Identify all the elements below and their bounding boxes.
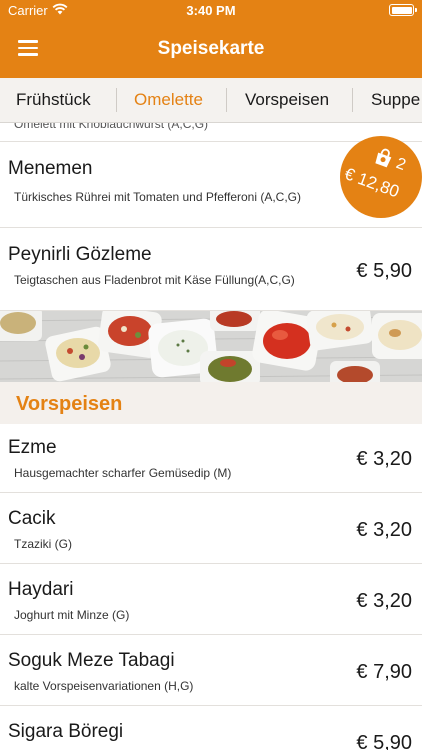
item-name: Haydari [8,579,74,600]
item-price: € 3,20 [356,448,412,470]
tab-suppe[interactable]: Suppe [371,90,420,110]
tab-divider [352,88,353,112]
category-tabs: Frühstück Omelette Vorspeisen Suppe [0,78,422,123]
status-bar: Carrier 3:40 PM [0,0,422,20]
item-name: Sigara Böregi [8,721,124,742]
item-description: Omelett mit Knoblauchwurst (A,C,G) [14,123,209,131]
menu-item-cacik[interactable]: Cacik Tzaziki (G) € 3,20 [0,493,422,564]
menu-item-haydari[interactable]: Haydari Joghurt mit Minze (G) € 3,20 [0,564,422,635]
cart-count: 2 [393,155,409,175]
item-name: Ezme [8,437,57,458]
item-description: Türkisches Rührei mit Tomaten und Pfeffe… [14,190,302,204]
tab-omelette[interactable]: Omelette [134,90,203,110]
tab-fruehstueck[interactable]: Frühstück [16,90,91,110]
battery-icon [389,4,417,16]
menu-item-ezme[interactable]: Ezme Hausgemachter scharfer Gemüsedip (M… [0,424,422,493]
item-description: Teigtaschen aus Fladenbrot mit Käse Füll… [14,273,295,287]
item-description: Hausgemachter scharfer Gemüsedip (M) [14,466,232,480]
menu-item-peynirli-goezleme[interactable]: Peynirli Gözleme Teigtaschen aus Fladenb… [0,228,422,311]
menu-list[interactable]: Omelett mit Knoblauchwurst (A,C,G) Menem… [0,123,422,750]
tab-divider [226,88,227,112]
item-description: Tzaziki (G) [14,537,72,551]
item-price: € 3,20 [356,519,412,541]
item-name: Cacik [8,508,56,529]
clock: 3:40 PM [186,3,236,18]
item-price: € 3,20 [356,590,412,612]
item-price: € 5,90 [356,732,412,750]
page-title: Speisekarte [157,38,265,59]
item-price: € 7,90 [356,661,412,683]
shopping-bag-icon [375,148,392,168]
meze-photo [0,311,422,382]
menu-item-sigara-boeregi[interactable]: Sigara Böregi € 5,90 [0,706,422,750]
tab-vorspeisen[interactable]: Vorspeisen [245,90,329,110]
item-name: Peynirli Gözleme [8,244,152,265]
item-description: Joghurt mit Minze (G) [14,608,130,622]
navigation-bar: Speisekarte [0,20,422,78]
item-description: kalte Vorspeisenvariationen (H,G) [14,679,194,693]
menu-item-soguk-meze-tabagi[interactable]: Soguk Meze Tabagi kalte Vorspeisenvariat… [0,635,422,706]
cart-total: € 12,80 [341,164,402,202]
tab-divider [116,88,117,112]
cart-badge[interactable]: 2 € 12,80 [340,136,422,218]
item-price: € 5,90 [356,260,412,282]
section-header-vorspeisen: Vorspeisen [0,382,422,424]
section-title: Vorspeisen [16,393,123,415]
vorspeisen-banner-image [0,311,422,382]
item-name: Soguk Meze Tabagi [8,650,175,671]
item-name: Menemen [8,158,93,179]
